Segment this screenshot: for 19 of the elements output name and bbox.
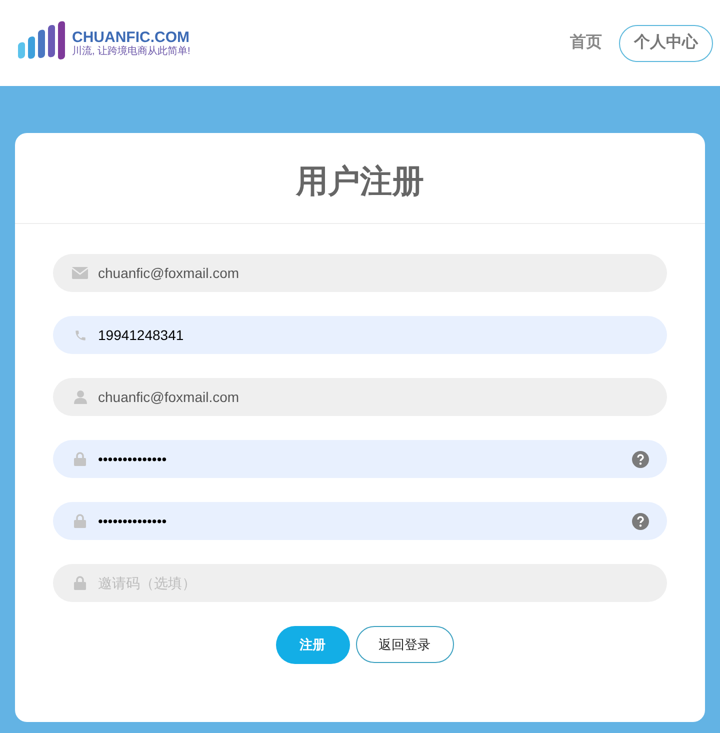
help-icon[interactable] — [632, 512, 649, 530]
logo-text: CHUANFIC.COM — [72, 30, 190, 44]
phone-icon — [74, 328, 86, 342]
mail-icon — [72, 267, 88, 279]
lock-icon — [74, 452, 86, 466]
input-field[interactable]: 19941248341 — [53, 316, 667, 354]
input-field[interactable]: chuanfic@foxmail.com — [53, 254, 667, 292]
user-icon — [74, 390, 86, 404]
help-icon[interactable] — [632, 450, 649, 468]
logo-slogan: 川流, 让跨境电商从此简单! — [72, 46, 190, 56]
nav-link[interactable]: 个人中心 — [619, 24, 713, 62]
lock-icon — [74, 514, 86, 528]
nav-link[interactable]: 首页 — [568, 31, 604, 55]
lock-icon — [74, 576, 86, 590]
back-button[interactable]: 返回登录 — [356, 626, 454, 663]
input-field[interactable]: •••••••••••••• — [53, 440, 667, 478]
input-field[interactable]: •••••••••••••• — [53, 502, 667, 540]
input-field[interactable]: chuanfic@foxmail.com — [53, 378, 667, 416]
page-title: 用户注册 — [15, 133, 705, 224]
